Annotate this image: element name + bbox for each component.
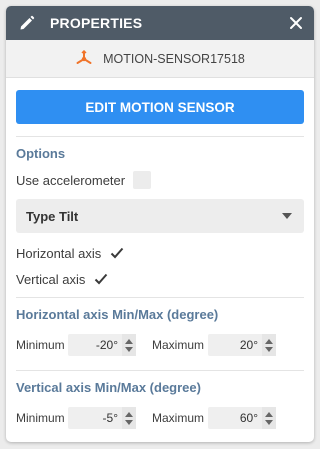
divider: [16, 370, 304, 371]
divider: [16, 136, 304, 137]
arrow-up-icon[interactable]: [265, 411, 273, 417]
use-accelerometer-label: Use accelerometer: [16, 172, 126, 188]
panel-title: PROPERTIES: [50, 15, 143, 31]
type-select-value: Type Tilt: [26, 208, 79, 224]
vertical-max-stepper[interactable]: 60°: [208, 407, 276, 429]
horizontal-min-label: Minimum: [16, 338, 65, 352]
horizontal-axis-row: Horizontal axis: [16, 245, 304, 261]
horizontal-axis-label: Horizontal axis: [16, 245, 102, 261]
chevron-down-icon: [282, 213, 292, 219]
edit-motion-sensor-button[interactable]: EDIT MOTION SENSOR: [16, 90, 304, 124]
vertical-min-label: Minimum: [16, 411, 65, 425]
device-identity: MOTION-SENSOR17518: [6, 40, 314, 78]
vertical-axis-label: Vertical axis: [16, 271, 86, 287]
horizontal-min-value: -20°: [95, 338, 118, 352]
horizontal-max-stepper[interactable]: 20°: [208, 334, 276, 356]
horizontal-max-value: 20°: [239, 338, 258, 352]
stepper-arrows[interactable]: [262, 407, 276, 429]
properties-panel: PROPERTIES MOTION-SENSOR17518 EDIT MOTIO…: [6, 6, 314, 442]
horizontal-axis-check-icon[interactable]: [109, 245, 125, 261]
arrow-down-icon[interactable]: [125, 419, 133, 425]
arrow-up-icon[interactable]: [125, 338, 133, 344]
close-icon[interactable]: [286, 13, 306, 33]
vertical-max-value: 60°: [239, 411, 258, 425]
horizontal-minmax-title: Horizontal axis Min/Max (degree): [16, 307, 219, 322]
horizontal-max-label: Maximum: [152, 338, 205, 352]
type-select[interactable]: Type Tilt: [16, 199, 304, 233]
panel-header: PROPERTIES: [6, 6, 314, 40]
arrow-up-icon[interactable]: [125, 411, 133, 417]
horizontal-min-stepper[interactable]: -20°: [68, 334, 136, 356]
vertical-minmax-row: Minimum -5° Maximum 60°: [16, 407, 304, 429]
vertical-min-stepper[interactable]: -5°: [68, 407, 136, 429]
horizontal-minmax-row: Minimum -20° Maximum 20°: [16, 334, 304, 356]
device-name: MOTION-SENSOR17518: [103, 51, 245, 66]
use-accelerometer-checkbox[interactable]: [133, 171, 152, 189]
divider: [16, 297, 304, 298]
vertical-min-value: -5°: [102, 411, 118, 425]
arrow-up-icon[interactable]: [265, 338, 273, 344]
vertical-axis-row: Vertical axis: [16, 271, 304, 287]
stepper-arrows[interactable]: [262, 334, 276, 356]
vertical-axis-check-icon[interactable]: [93, 271, 109, 287]
stepper-arrows[interactable]: [122, 334, 136, 356]
arrow-down-icon[interactable]: [265, 419, 273, 425]
options-title: Options: [16, 146, 66, 161]
arrow-down-icon[interactable]: [265, 346, 273, 352]
arrow-down-icon[interactable]: [125, 346, 133, 352]
use-accelerometer-row: Use accelerometer: [16, 171, 304, 189]
motion-sensor-icon: [75, 49, 93, 68]
stepper-arrows[interactable]: [122, 407, 136, 429]
pencil-icon: [18, 14, 36, 32]
vertical-minmax-title: Vertical axis Min/Max (degree): [16, 380, 201, 395]
vertical-max-label: Maximum: [152, 411, 205, 425]
